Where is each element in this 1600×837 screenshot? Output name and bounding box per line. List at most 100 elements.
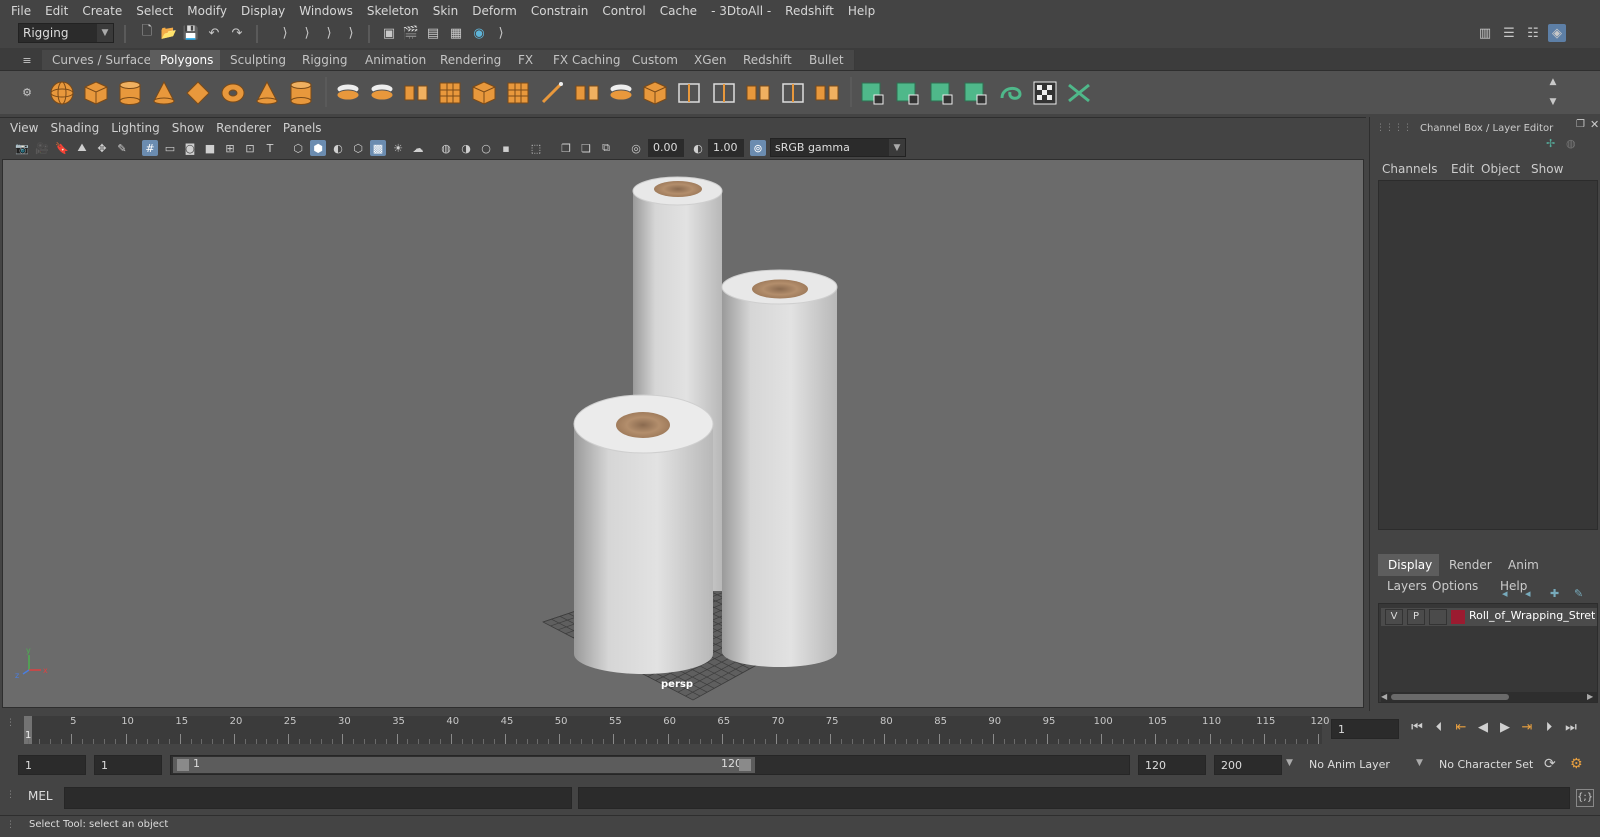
- perspective-viewport[interactable]: y x z persp: [2, 159, 1364, 708]
- close-icon[interactable]: ✕: [1590, 118, 1599, 131]
- depth-of-field-icon[interactable]: ▪: [498, 140, 514, 156]
- grid-toggle-icon[interactable]: #: [142, 140, 158, 156]
- character-set-label[interactable]: No Character Set: [1433, 755, 1537, 775]
- menu-deform[interactable]: Deform: [465, 4, 524, 18]
- layer-menu-options[interactable]: Options: [1432, 579, 1478, 593]
- shelf-tab-fx[interactable]: FX: [508, 50, 545, 70]
- separate-icon[interactable]: [367, 78, 397, 108]
- viewport-menu-show[interactable]: Show: [166, 121, 210, 135]
- range-slider-track[interactable]: 1 120: [170, 755, 1130, 775]
- shelf-tab-polygons[interactable]: Polygons: [150, 50, 225, 70]
- menu-help[interactable]: Help: [841, 4, 882, 18]
- layer-tab-display[interactable]: Display: [1378, 554, 1443, 576]
- shelf-tab-custom[interactable]: Custom: [622, 50, 689, 70]
- poly-cylinder-icon[interactable]: [115, 78, 145, 108]
- isolate-select-icon[interactable]: ⬚: [528, 140, 544, 156]
- step-back-key-icon[interactable]: ⇤: [1452, 718, 1470, 736]
- multi-cut-icon[interactable]: [537, 78, 567, 108]
- shelf-tab-fx-caching[interactable]: FX Caching: [543, 50, 632, 70]
- step-forward-key-icon[interactable]: ⇥: [1518, 718, 1536, 736]
- planar-map-icon[interactable]: [893, 78, 923, 108]
- collapse-arrow-icon[interactable]: ⟩: [342, 24, 360, 42]
- fill-hole-icon[interactable]: [640, 78, 670, 108]
- animation-preferences-icon[interactable]: ⚙: [1570, 756, 1583, 772]
- animation-start-field[interactable]: 1: [18, 755, 86, 775]
- viewport-menu-lighting[interactable]: Lighting: [105, 121, 166, 135]
- wireframe-on-shaded-icon[interactable]: ⬡: [350, 140, 366, 156]
- bounding-box-icon[interactable]: [778, 78, 808, 108]
- unfold-icon[interactable]: [996, 78, 1026, 108]
- workspace-layout-icon[interactable]: ▥: [1476, 24, 1494, 42]
- go-to-end-icon[interactable]: ⏭: [1562, 718, 1580, 736]
- bookmark-icon[interactable]: 🔖: [54, 140, 70, 156]
- auto-key-icon[interactable]: ⟳: [1544, 756, 1556, 772]
- panel-drag-handle[interactable]: ⋮: [6, 790, 15, 800]
- field-chart-icon[interactable]: ⊞: [222, 140, 238, 156]
- current-frame-field[interactable]: 1: [1331, 719, 1399, 739]
- offset-edge-loop-icon[interactable]: [709, 78, 739, 108]
- animation-end-field[interactable]: 200: [1214, 755, 1282, 775]
- collapse-arrow-icon[interactable]: ⟩: [492, 24, 510, 42]
- safe-action-icon[interactable]: ⊡: [242, 140, 258, 156]
- ambient-occlusion-icon[interactable]: ◍: [438, 140, 454, 156]
- save-scene-icon[interactable]: 💾: [182, 24, 200, 42]
- go-to-start-icon[interactable]: ⏮: [1408, 718, 1426, 736]
- menu-3dtoall[interactable]: - 3DtoAll -: [704, 4, 778, 18]
- poly-torus-icon[interactable]: [218, 78, 248, 108]
- range-start-grip[interactable]: [177, 759, 189, 771]
- cylindrical-map-icon[interactable]: [927, 78, 957, 108]
- layer-display-type-toggle[interactable]: [1429, 609, 1447, 625]
- scrollbar-thumb[interactable]: [1391, 694, 1509, 700]
- chevron-down-icon[interactable]: ▼: [1416, 758, 1423, 768]
- redo-icon[interactable]: ↷: [228, 24, 246, 42]
- gamma-field[interactable]: 1.00: [708, 139, 744, 157]
- manipulator-icon[interactable]: ✢: [1546, 137, 1555, 150]
- combine-icon[interactable]: [333, 78, 363, 108]
- append-polygon-icon[interactable]: [606, 78, 636, 108]
- shelf-settings-gear-icon[interactable]: ⚙: [18, 83, 36, 101]
- camera-attributes-icon[interactable]: 🎥: [34, 140, 50, 156]
- menu-constrain[interactable]: Constrain: [524, 4, 596, 18]
- menu-control[interactable]: Control: [595, 4, 652, 18]
- film-gate-icon[interactable]: ▭: [162, 140, 178, 156]
- shadows-icon[interactable]: ☁: [410, 140, 426, 156]
- panel-drag-handle[interactable]: ⋮: [6, 718, 15, 728]
- move-layer-down-icon[interactable]: ◂: [1525, 587, 1531, 600]
- channel-box-menu-show[interactable]: Show: [1531, 162, 1563, 176]
- channel-box-area[interactable]: [1378, 180, 1598, 530]
- hypershade-icon[interactable]: ◉: [470, 24, 488, 42]
- channel-box-toggle-icon[interactable]: ◈: [1548, 24, 1566, 42]
- menu-skeleton[interactable]: Skeleton: [360, 4, 426, 18]
- poly-cube-icon[interactable]: [81, 78, 111, 108]
- range-slider-handle[interactable]: 1 120: [173, 757, 755, 773]
- layer-list-scrollbar[interactable]: ◀ ▶: [1381, 692, 1597, 702]
- xray-joints-icon[interactable]: ❏: [578, 140, 594, 156]
- camera-icon[interactable]: 📷: [14, 140, 30, 156]
- xray-icon[interactable]: ❐: [558, 140, 574, 156]
- channel-box-menu-channels[interactable]: Channels: [1382, 162, 1438, 176]
- tool-settings-icon[interactable]: ☷: [1524, 24, 1542, 42]
- gamma-icon[interactable]: ◐: [690, 140, 706, 156]
- safe-title-icon[interactable]: T: [262, 140, 278, 156]
- smooth-icon[interactable]: [435, 78, 465, 108]
- shelf-scroll-up-icon[interactable]: ▲: [1544, 73, 1562, 91]
- exposure-icon[interactable]: ◎: [628, 140, 644, 156]
- color-management-icon[interactable]: ⊚: [750, 140, 766, 156]
- menu-select[interactable]: Select: [129, 4, 180, 18]
- layer-menu-layers[interactable]: Layers: [1387, 579, 1427, 593]
- exposure-field[interactable]: 0.00: [648, 139, 684, 157]
- extract-icon[interactable]: [401, 78, 431, 108]
- move-layer-up-icon[interactable]: ◂: [1502, 587, 1508, 600]
- poly-pyramid-icon[interactable]: [252, 78, 282, 108]
- image-plane-icon[interactable]: ⛰: [74, 140, 90, 156]
- merge-icon[interactable]: [812, 78, 842, 108]
- chevron-down-icon[interactable]: ▼: [1286, 758, 1293, 768]
- render-view-icon[interactable]: ▣: [380, 24, 398, 42]
- grease-pencil-icon[interactable]: ✎: [114, 140, 130, 156]
- anti-aliasing-icon[interactable]: ○: [478, 140, 494, 156]
- shelf-tab-bullet[interactable]: Bullet: [799, 50, 855, 70]
- step-forward-icon[interactable]: ⏵: [1540, 718, 1558, 736]
- shelf-tab-xgen[interactable]: XGen: [684, 50, 738, 70]
- poly-pipe-icon[interactable]: [286, 78, 316, 108]
- menu-skin[interactable]: Skin: [426, 4, 466, 18]
